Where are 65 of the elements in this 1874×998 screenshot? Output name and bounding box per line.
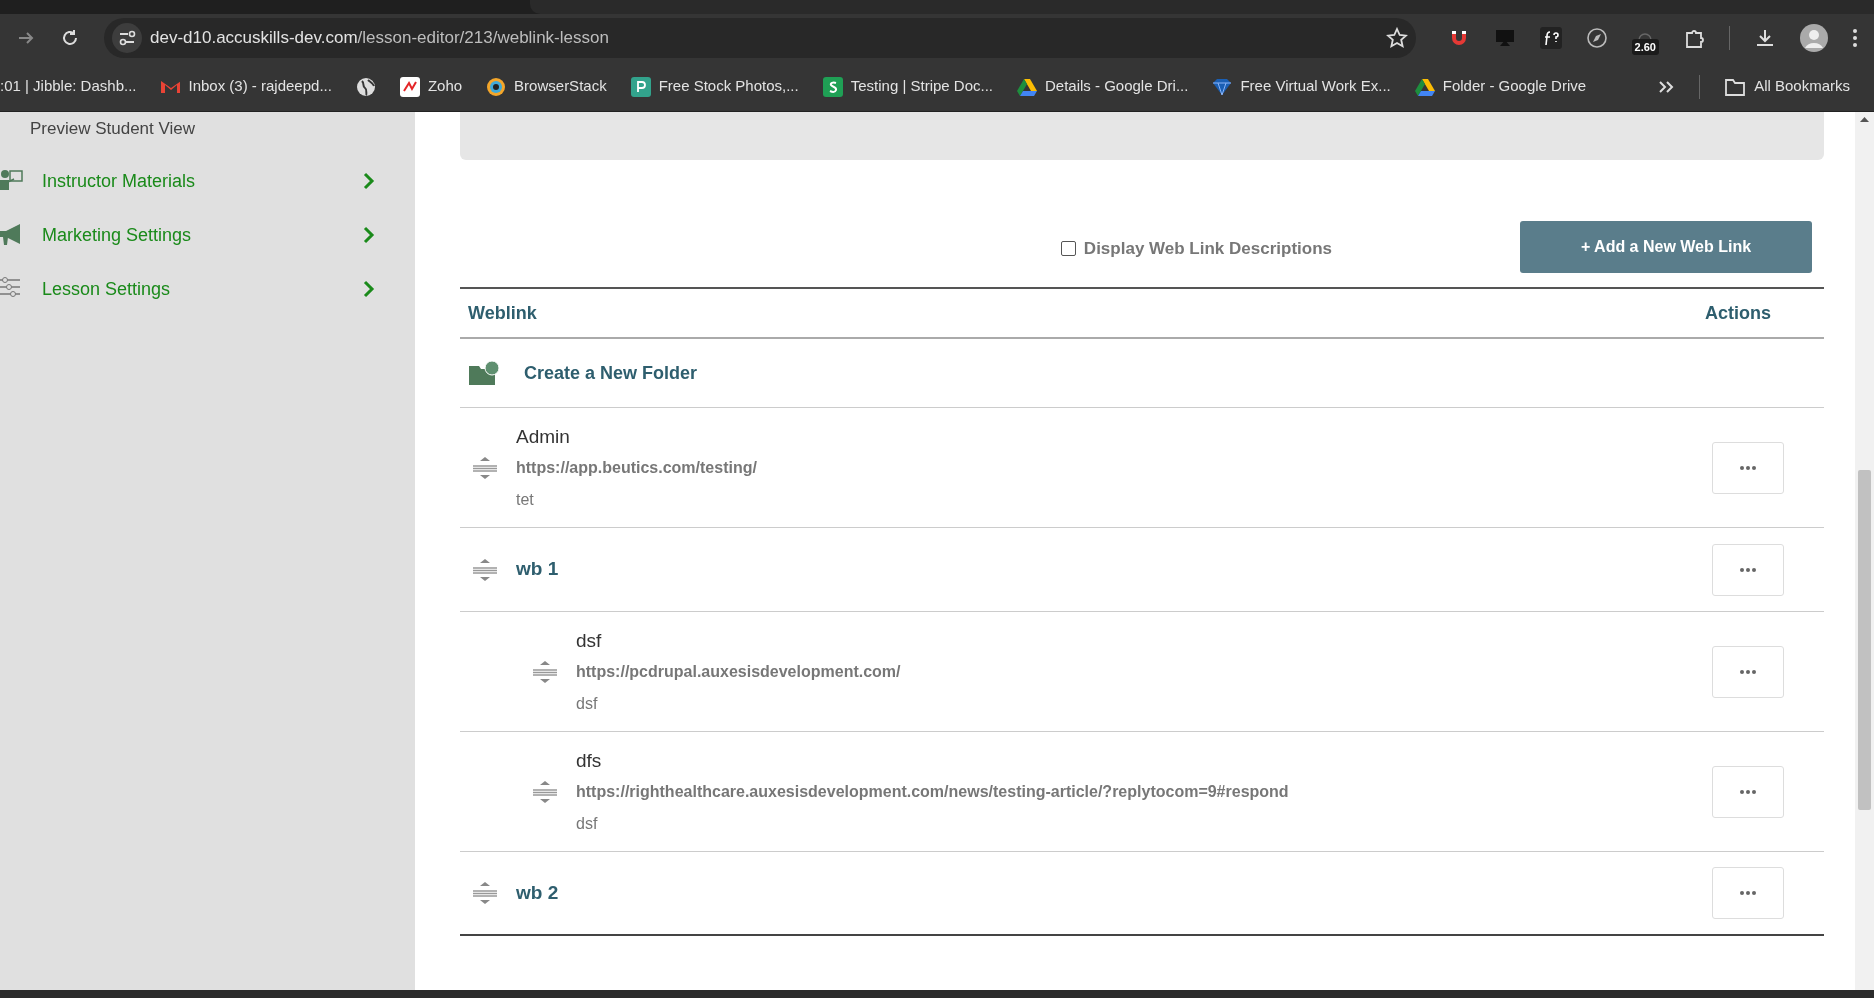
scrollbar-thumb[interactable]	[1858, 470, 1871, 810]
url-text: dev-d10.accuskills-dev.com/lesson-editor/213/weblink-lesson	[150, 27, 610, 50]
link-description: dsf	[576, 693, 599, 714]
more-menu-icon[interactable]	[1852, 27, 1858, 49]
link-description: tet	[516, 489, 535, 510]
bookmark[interactable]: Free Virtual Work Ex...	[1212, 75, 1391, 98]
star-icon[interactable]	[1385, 27, 1408, 49]
all-bookmarks[interactable]: All Bookmarks	[1724, 75, 1850, 98]
ellipsis-icon	[1739, 891, 1757, 895]
bookmark[interactable]: :01 | Jibble: Dashb...	[0, 75, 137, 98]
timer-extension[interactable]: 2.60	[1631, 30, 1659, 56]
drag-handle-icon[interactable]	[472, 455, 498, 480]
ellipsis-icon	[1739, 567, 1757, 572]
folder-title: wb 2	[516, 880, 560, 905]
bookmark[interactable]: Folder - Google Drive	[1414, 75, 1587, 98]
site-info-icon[interactable]	[112, 23, 142, 53]
avatar-icon[interactable]	[1800, 24, 1828, 52]
link-title: dfs	[576, 749, 603, 774]
add-web-link-button[interactable]: + Add a New Web Link	[1520, 221, 1812, 273]
folder-add-icon	[468, 360, 500, 386]
checkbox[interactable]	[1060, 241, 1076, 257]
presenter-icon	[0, 169, 24, 193]
drag-handle-icon[interactable]	[472, 881, 498, 905]
link-title: Admin	[516, 425, 571, 450]
reload-icon[interactable]	[60, 28, 80, 48]
globe-icon[interactable]	[355, 76, 376, 97]
bookmark[interactable]: Zoho	[399, 75, 463, 98]
link-description: dsf	[576, 813, 599, 834]
address-bar[interactable]: dev-d10.accuskills-dev.com/lesson-editor/213/weblink-lesson	[104, 18, 1416, 58]
ellipsis-icon	[1739, 465, 1757, 470]
folder-title: wb 1	[516, 557, 560, 582]
column-header: Weblink	[468, 301, 537, 325]
chevron-right-icon	[363, 226, 375, 244]
bookmark[interactable]: BrowserStack	[486, 75, 607, 98]
drag-handle-icon[interactable]	[472, 557, 498, 582]
download-icon[interactable]	[1754, 27, 1776, 49]
bookmark-icon	[399, 76, 420, 97]
compass-icon[interactable]	[1585, 27, 1608, 49]
badge-count: 2.60	[1631, 38, 1659, 56]
folder-icon	[1724, 76, 1747, 97]
link-title: dsf	[576, 629, 603, 654]
bookmark-icon	[822, 76, 843, 97]
bookmark[interactable]: Free Stock Photos,...	[630, 75, 799, 98]
checkbox-label[interactable]: Display Web Link Descriptions	[1060, 236, 1332, 262]
bookmark-icon	[630, 76, 651, 97]
ellipsis-icon	[1739, 669, 1757, 674]
bookmark-icon	[486, 76, 507, 97]
link-url[interactable]: https://righthealthcare.auxesisdevelopment.com/news/testing-article/?replytocom=9#respond	[576, 779, 1712, 804]
column-header: Actions	[1705, 301, 1771, 325]
drag-handle-icon[interactable]	[532, 659, 558, 684]
bookmark[interactable]: Details - Google Dri...	[1017, 75, 1189, 98]
drive-icon	[1414, 76, 1435, 97]
link-url[interactable]: https://app.beutics.com/testing/	[516, 455, 1712, 480]
bookmark-icon	[1212, 76, 1233, 97]
bookmark[interactable]: Testing | Stripe Doc...	[822, 75, 993, 98]
chevron-right-icon	[363, 280, 375, 298]
link-url[interactable]: https://pcdrupal.auxesisdevelopment.com/	[576, 659, 1712, 684]
puzzle-icon[interactable]	[1683, 27, 1705, 49]
drag-handle-icon[interactable]	[532, 779, 558, 804]
font-question-icon[interactable]	[1539, 27, 1562, 49]
create-folder-link[interactable]: Create a New Folder	[468, 359, 698, 387]
bookmark[interactable]: Inbox (3) - rajdeepd...	[160, 75, 332, 98]
ellipsis-icon	[1739, 789, 1757, 794]
chevron-right-icon	[363, 172, 375, 190]
drive-icon	[1017, 76, 1037, 97]
